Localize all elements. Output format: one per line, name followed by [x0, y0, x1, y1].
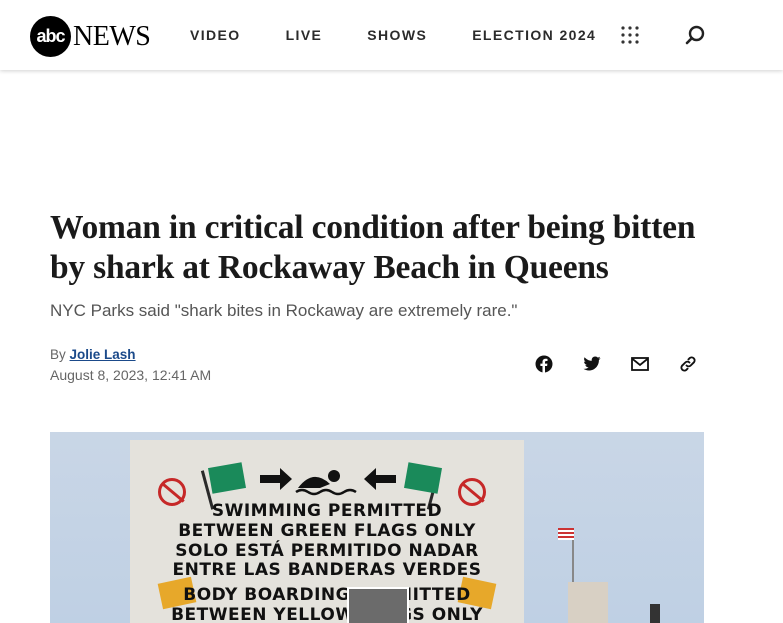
green-flag-icon — [404, 462, 442, 494]
sign-text-line: SOLO ESTÁ PERMITIDO NADAR — [175, 541, 479, 561]
byline: By Jolie Lash — [50, 347, 136, 362]
nav-live[interactable]: LIVE — [286, 27, 323, 43]
sign-text-line: BETWEEN YELLOW FLAGS ONLY — [171, 605, 483, 623]
lifeguard-tower — [568, 582, 608, 623]
sign-text-line: BODY BOARDING PERMITTED — [183, 585, 471, 605]
share-bar — [534, 354, 726, 374]
nav-shows[interactable]: SHOWS — [367, 27, 427, 43]
article-timestamp: August 8, 2023, 12:41 AM — [50, 367, 212, 383]
author-link[interactable]: Jolie Lash — [70, 347, 136, 362]
sign-text-line: BETWEEN GREEN FLAGS ONLY — [178, 521, 476, 541]
apps-grid-icon[interactable] — [620, 25, 640, 45]
main-nav: VIDEO LIVE SHOWS ELECTION 2024 — [190, 0, 641, 70]
link-icon[interactable] — [678, 354, 698, 374]
abc-news-logo[interactable]: abc NEWS — [30, 16, 151, 57]
byline-prefix: By — [50, 347, 66, 362]
search-icon[interactable] — [684, 24, 706, 46]
nav-video[interactable]: VIDEO — [190, 27, 241, 43]
swimmer-arrows-icon — [260, 468, 396, 496]
media-control-button[interactable] — [347, 587, 409, 623]
beach-sign: SWIMMING PERMITTED BETWEEN GREEN FLAGS O… — [130, 440, 524, 623]
article-subheadline: NYC Parks said "shark bites in Rockaway … — [50, 301, 518, 320]
us-flag-icon — [558, 528, 574, 540]
green-flag-icon — [208, 462, 246, 494]
logo-news-wordmark: NEWS — [73, 20, 151, 52]
mail-icon[interactable] — [630, 354, 650, 374]
hero-image[interactable]: SWIMMING PERMITTED BETWEEN GREEN FLAGS O… — [50, 432, 704, 623]
sign-text-line: SWIMMING PERMITTED — [211, 501, 443, 521]
twitter-icon[interactable] — [582, 354, 602, 374]
beach-post — [650, 604, 660, 623]
facebook-icon[interactable] — [534, 354, 554, 374]
nav-election-2024[interactable]: ELECTION 2024 — [472, 27, 596, 43]
article-headline: Woman in critical condition after being … — [50, 209, 696, 286]
logo-abc-mark: abc — [30, 16, 71, 57]
site-header: abc NEWS VIDEO LIVE SHOWS ELECTION 2024 — [0, 0, 783, 70]
